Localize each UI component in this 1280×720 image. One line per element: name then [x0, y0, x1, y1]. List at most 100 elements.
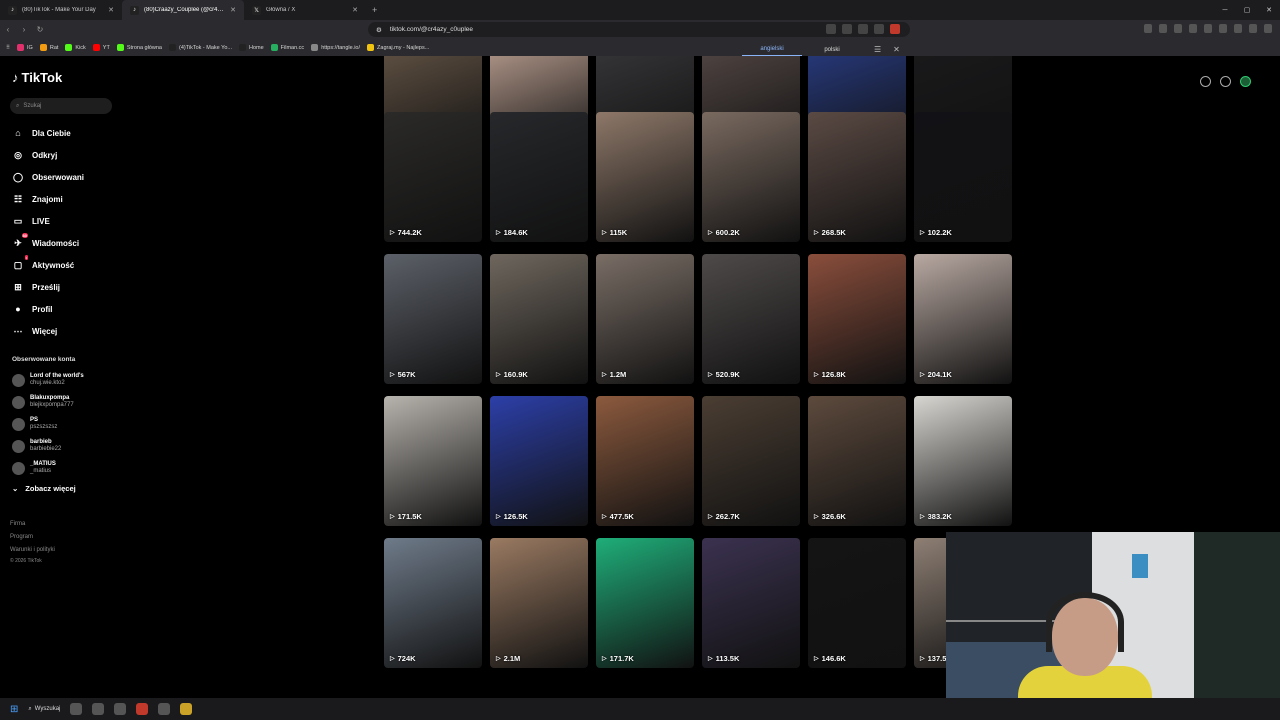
video-thumbnail[interactable]: ▷ 383.2K [914, 396, 1012, 526]
bookmark-item[interactable]: IG [17, 44, 33, 51]
site-info-icon[interactable]: ⚙ [376, 26, 382, 34]
share-icon[interactable] [874, 24, 884, 34]
video-thumbnail[interactable]: ▷ 126.8K [808, 254, 906, 384]
video-thumbnail[interactable]: ▷ 262.7K [702, 396, 800, 526]
sidebar-item-profil[interactable]: ● Profil [12, 298, 84, 320]
translate-menu-icon[interactable]: ☰ [874, 45, 881, 54]
avatar [12, 461, 25, 475]
bookmark-item[interactable]: (4)TikTok - Make Yo... [169, 44, 232, 51]
sidebar-item-aktywno-[interactable]: ▢ • Aktywność [12, 254, 84, 276]
video-thumbnail[interactable]: ▷ 1.2M [596, 254, 694, 384]
footer-link-terms[interactable]: Warunki i polityki [10, 544, 55, 557]
brave-icon[interactable] [136, 703, 149, 715]
translate-lang-polish[interactable]: polski [802, 44, 862, 56]
cast-icon[interactable] [826, 24, 836, 34]
device-icon[interactable] [1220, 76, 1231, 87]
video-thumbnail[interactable]: ▷ 520.9K [702, 254, 800, 384]
sidebar-item-znajomi[interactable]: ☷ Znajomi [12, 188, 84, 210]
tiktok-logo[interactable]: ♪ TikTok [12, 70, 62, 85]
following-account[interactable]: barbieb barbiebie22 [12, 435, 84, 457]
app-icon[interactable] [158, 703, 171, 715]
video-thumbnail[interactable]: ▷ 115K [596, 112, 694, 242]
translate-lang-english[interactable]: angielski [742, 43, 802, 57]
maximize-icon[interactable]: ▢ [1236, 0, 1258, 20]
reload-icon[interactable]: ↻ [32, 25, 48, 34]
sidebar-item-wi-cej[interactable]: ⋯ Więcej [12, 320, 84, 342]
following-account[interactable]: _MATIUS _matius [12, 457, 84, 479]
brave-shield-icon[interactable] [890, 24, 900, 34]
sidebar-item-dla-ciebie[interactable]: ⌂ Dla Ciebie [12, 122, 84, 144]
video-thumbnail[interactable]: ▷ 184.6K [490, 112, 588, 242]
video-thumbnail[interactable]: ▷ 126.5K [490, 396, 588, 526]
video-thumbnail[interactable]: ▷ 600.2K [702, 112, 800, 242]
search-input[interactable]: ⌕ Szukaj [10, 98, 112, 114]
menu-icon[interactable] [1264, 24, 1272, 33]
chrome-icon[interactable] [114, 703, 127, 715]
download-icon[interactable] [1219, 24, 1227, 33]
minimize-icon[interactable]: ─ [1214, 0, 1236, 20]
following-account[interactable]: PS pszszszsz [12, 413, 84, 435]
bookmark-item[interactable]: https://tangle.io/ [311, 44, 360, 51]
user-avatar[interactable] [1240, 76, 1251, 87]
following-account[interactable]: Blakuxpompa blejkxpompa777 [12, 391, 84, 413]
forward-icon[interactable]: › [16, 25, 32, 34]
video-thumbnail[interactable]: ▷ 326.6K [808, 396, 906, 526]
footer-link-company[interactable]: Firma [10, 518, 55, 531]
tab-close-icon[interactable]: ✕ [352, 6, 358, 14]
coins-icon[interactable] [1200, 76, 1211, 87]
taskbar-search[interactable]: ⌕ Wyszukaj [28, 706, 60, 713]
tab-close-icon[interactable]: ✕ [230, 6, 236, 14]
footer-link-program[interactable]: Program [10, 531, 55, 544]
bookmark-item[interactable]: Filman.cc [270, 44, 304, 51]
browser-tab[interactable]: ♪ (80)TikTok - Make Your Day ✕ [0, 0, 122, 20]
new-tab-button[interactable]: + [366, 5, 383, 15]
bookmark-item[interactable]: Strona główna [116, 44, 162, 51]
bookmark-item[interactable]: Zagraj.my - Najleps... [367, 44, 429, 51]
video-thumbnail[interactable]: ▷ 477.5K [596, 396, 694, 526]
wallet-icon[interactable] [1249, 24, 1257, 33]
video-thumbnail[interactable]: ▷ 146.6K [808, 538, 906, 668]
video-thumbnail[interactable]: ▷ 171.7K [596, 538, 694, 668]
close-window-icon[interactable]: ✕ [1258, 0, 1280, 20]
video-thumbnail[interactable]: ▷ 171.5K [384, 396, 482, 526]
following-account[interactable]: Lord of the world's chuj.wie.kto2 [12, 369, 84, 391]
video-thumbnail[interactable]: ▷ 268.5K [808, 112, 906, 242]
windows-start-icon[interactable]: ⊞ [10, 704, 18, 715]
media-icon[interactable] [1234, 24, 1242, 33]
translate-close-icon[interactable]: ✕ [893, 45, 900, 54]
sidebar-item-obserwowani[interactable]: ◯ Obserwowani [12, 166, 84, 188]
sidebar-item-wiadomo-ci[interactable]: ✈ 80 Wiadomości [12, 232, 84, 254]
video-thumbnail[interactable]: ▷ 102.2K [914, 112, 1012, 242]
back-icon[interactable]: ‹ [0, 25, 16, 34]
extension-icon[interactable] [1159, 24, 1167, 33]
extension-icon[interactable] [1189, 24, 1197, 33]
sidebar-item-odkryj[interactable]: ◎ Odkryj [12, 144, 84, 166]
translate-icon[interactable] [858, 24, 868, 34]
extension-icon[interactable] [1204, 24, 1212, 33]
app-icon[interactable] [180, 703, 193, 715]
video-thumbnail[interactable]: ▷ 744.2K [384, 112, 482, 242]
video-thumbnail[interactable]: ▷ 160.9K [490, 254, 588, 384]
see-more-button[interactable]: ⌄ Zobacz więcej [12, 484, 76, 493]
tab-close-icon[interactable]: ✕ [108, 6, 114, 14]
install-icon[interactable] [842, 24, 852, 34]
sidebar-item-live[interactable]: ▭ LIVE [12, 210, 84, 232]
bookmark-item[interactable]: YT [92, 44, 110, 51]
video-thumbnail[interactable]: ▷ 113.5K [702, 538, 800, 668]
video-thumbnail[interactable]: ▷ 204.1K [914, 254, 1012, 384]
extension-icon[interactable] [1144, 24, 1152, 33]
bookmark-item[interactable]: Home [238, 44, 264, 51]
see-more-label: Zobacz więcej [25, 484, 76, 493]
video-thumbnail[interactable]: ▷ 724K [384, 538, 482, 668]
browser-tab[interactable]: 𝕏 Główna / X ✕ [244, 0, 366, 20]
bookmark-item[interactable]: Rat [39, 44, 58, 51]
bookmark-item[interactable]: Kick [65, 44, 86, 51]
explorer-icon[interactable] [70, 703, 83, 715]
extension-icon[interactable] [1174, 24, 1182, 33]
video-thumbnail[interactable]: ▷ 2.1M [490, 538, 588, 668]
apps-icon[interactable]: ⠿ [6, 45, 10, 51]
video-thumbnail[interactable]: ▷ 567K [384, 254, 482, 384]
browser-tab[interactable]: ♪ (80)Craazy_Couplee (@cr4azy_c ✕ [122, 0, 244, 20]
app-icon[interactable] [92, 703, 105, 715]
sidebar-item-prze-lij[interactable]: ⊞ Prześlij [12, 276, 84, 298]
